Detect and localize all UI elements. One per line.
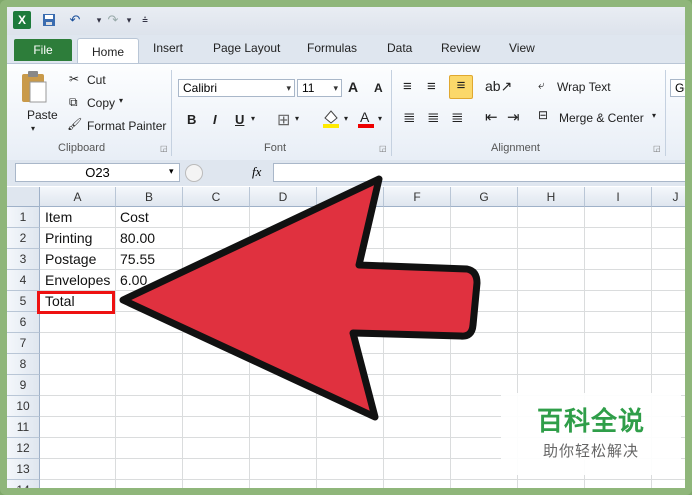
- watermark-title: 百科全说: [536, 406, 645, 436]
- watermark-subtitle: 助你轻松解决: [542, 443, 639, 460]
- watermark: 百科全说 助你轻松解决: [501, 393, 681, 475]
- excel-window: X ↶ ▾ ↷ ▾ ⩮ File Home Insert Page Layout…: [0, 0, 692, 495]
